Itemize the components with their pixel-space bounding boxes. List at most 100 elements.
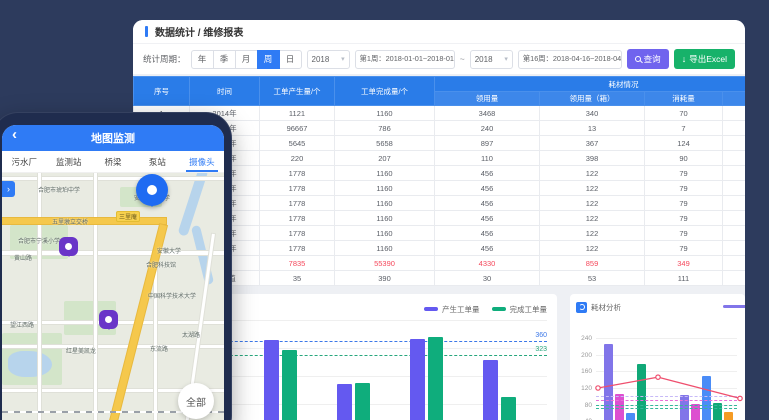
reference-line-label: 360	[535, 332, 547, 339]
table-cell: 1778	[260, 241, 335, 256]
map-label: 黄山路	[14, 253, 32, 262]
col-header-received: 领用量	[435, 92, 540, 106]
map-canvas[interactable]: › 全部 合肥市琥珀中学体育场安徽农业大学五里墩立交桥合肥市宁溪小学黄山路安徽大…	[2, 173, 224, 420]
period-option-日[interactable]: 日	[279, 50, 302, 69]
table-cell: 1778	[260, 211, 335, 226]
table-cell: 1160	[335, 241, 435, 256]
chart-icon	[576, 302, 587, 313]
reference-line-label: 323	[535, 346, 547, 353]
table-cell: 240	[435, 121, 540, 136]
table-cell: 1778	[260, 196, 335, 211]
bar	[337, 384, 352, 420]
year-end-value: 2018	[475, 55, 493, 64]
table-cell: 340	[540, 106, 645, 121]
table-cell: 5658	[335, 136, 435, 151]
phone-tab-桥梁[interactable]: 桥梁	[91, 151, 135, 172]
map-road	[2, 345, 224, 348]
map-label: 红星美凯龙	[66, 346, 96, 355]
map-road-label: 三里庵	[116, 211, 140, 222]
map-label: 东流路	[150, 344, 168, 353]
export-excel-button[interactable]: ↓ 导出Excel	[674, 49, 735, 69]
col-header-received-box: 领用量（箱）	[540, 92, 645, 106]
range-separator: ~	[460, 54, 465, 64]
week-range-end-input[interactable]: 第16周：2018-04-16~2018-04-22	[518, 50, 622, 69]
search-icon	[635, 56, 641, 62]
table-row: 12014年11211160346834070250	[134, 106, 746, 121]
legend-stub	[723, 305, 745, 308]
y-axis-tick: 160	[576, 368, 592, 375]
table-cell: 207	[335, 151, 435, 166]
phone-tab-监测站[interactable]: 监测站	[46, 151, 90, 172]
table-cell: 67	[723, 211, 746, 226]
table-cell: 124	[645, 136, 723, 151]
period-option-月[interactable]: 月	[235, 50, 258, 69]
camera-pin[interactable]	[99, 310, 118, 329]
year-end-select[interactable]: 2018 ▾	[470, 50, 513, 69]
table-cell: 1778	[260, 181, 335, 196]
table-cell: 349	[645, 256, 723, 271]
map-label: 中国科学技术大学	[148, 291, 196, 300]
table-cell: 53	[540, 271, 645, 286]
week-range-start-input[interactable]: 第1周：2018-01-01~2018-01-07	[355, 50, 455, 69]
table-cell: 456	[435, 196, 540, 211]
breadcrumb-accent	[145, 26, 148, 37]
map-layers-expander[interactable]: ›	[2, 181, 15, 197]
table-cell: 7835	[260, 256, 335, 271]
col-header-consumed: 消耗量	[645, 92, 723, 106]
period-option-季[interactable]: 季	[213, 50, 236, 69]
phone-tab-bar: 污水厂监测站桥梁泵站摄像头	[2, 151, 224, 173]
table-cell: 1160	[335, 106, 435, 121]
map-label: 合肥科技馆	[146, 260, 176, 269]
period-option-周[interactable]: 周	[257, 50, 280, 69]
legend-item[interactable]: 完成工单量	[492, 304, 548, 315]
period-option-年[interactable]: 年	[191, 50, 214, 69]
table-cell: 390	[335, 271, 435, 286]
table-cell: 30	[435, 271, 540, 286]
table-cell: 122	[540, 196, 645, 211]
consumables-chart-plot: 4080120160200240	[596, 328, 737, 420]
table-cell: 90	[645, 151, 723, 166]
y-axis-tick: 200	[576, 352, 592, 359]
table-cell: 79	[645, 241, 723, 256]
phone-page-title: 地图监测	[91, 130, 135, 146]
table-cell: 122	[540, 226, 645, 241]
year-start-value: 2018	[312, 55, 330, 64]
table-cell: 456	[435, 241, 540, 256]
chevron-down-icon: ▾	[341, 55, 345, 63]
phone-screen: ‹ 地图监测 污水厂监测站桥梁泵站摄像头 › 全部	[2, 125, 224, 420]
legend-label: 产生工单量	[442, 304, 480, 315]
breadcrumb: 数据统计 / 维修报表	[155, 24, 243, 39]
map-road	[154, 253, 157, 420]
table-cell: 122	[540, 241, 645, 256]
table-cell: 96667	[260, 121, 335, 136]
phone-tab-摄像头[interactable]: 摄像头	[180, 151, 224, 172]
camera-pin-selected[interactable]	[136, 174, 168, 206]
table-cell: 330	[723, 256, 746, 271]
legend-item[interactable]: 产生工单量	[424, 304, 480, 315]
phone-header: ‹ 地图监测	[2, 125, 224, 151]
table-cell: 122	[540, 211, 645, 226]
table-cell: 456	[435, 166, 540, 181]
camera-pin[interactable]	[59, 237, 78, 256]
table-cell: 122	[540, 181, 645, 196]
table-cell: 367	[540, 136, 645, 151]
consumables-chart-title: 耗材分析	[591, 302, 621, 313]
bar	[264, 340, 279, 420]
table-cell: 1778	[260, 226, 335, 241]
chevron-down-icon: ▾	[504, 55, 508, 63]
table-cell: 786	[335, 121, 435, 136]
table-cell: 3468	[435, 106, 540, 121]
query-button-label: 查询	[644, 53, 661, 65]
phone-tab-污水厂[interactable]: 污水厂	[2, 151, 46, 172]
map-label: 太湖路	[182, 330, 200, 339]
year-start-select[interactable]: 2018 ▾	[307, 50, 350, 69]
show-all-button[interactable]: 全部	[178, 383, 214, 419]
y-axis-tick: 240	[576, 335, 592, 342]
back-icon[interactable]: ‹	[12, 126, 17, 143]
bar	[483, 360, 498, 420]
phone-tab-泵站[interactable]: 泵站	[135, 151, 179, 172]
query-button[interactable]: 查询	[627, 49, 669, 69]
filter-bar: 统计周期： 年季月周日 2018 ▾ 第1周：2018-01-01~2018-0…	[133, 44, 745, 74]
col-header-no: 序号	[134, 77, 190, 106]
table-cell: 122	[540, 166, 645, 181]
